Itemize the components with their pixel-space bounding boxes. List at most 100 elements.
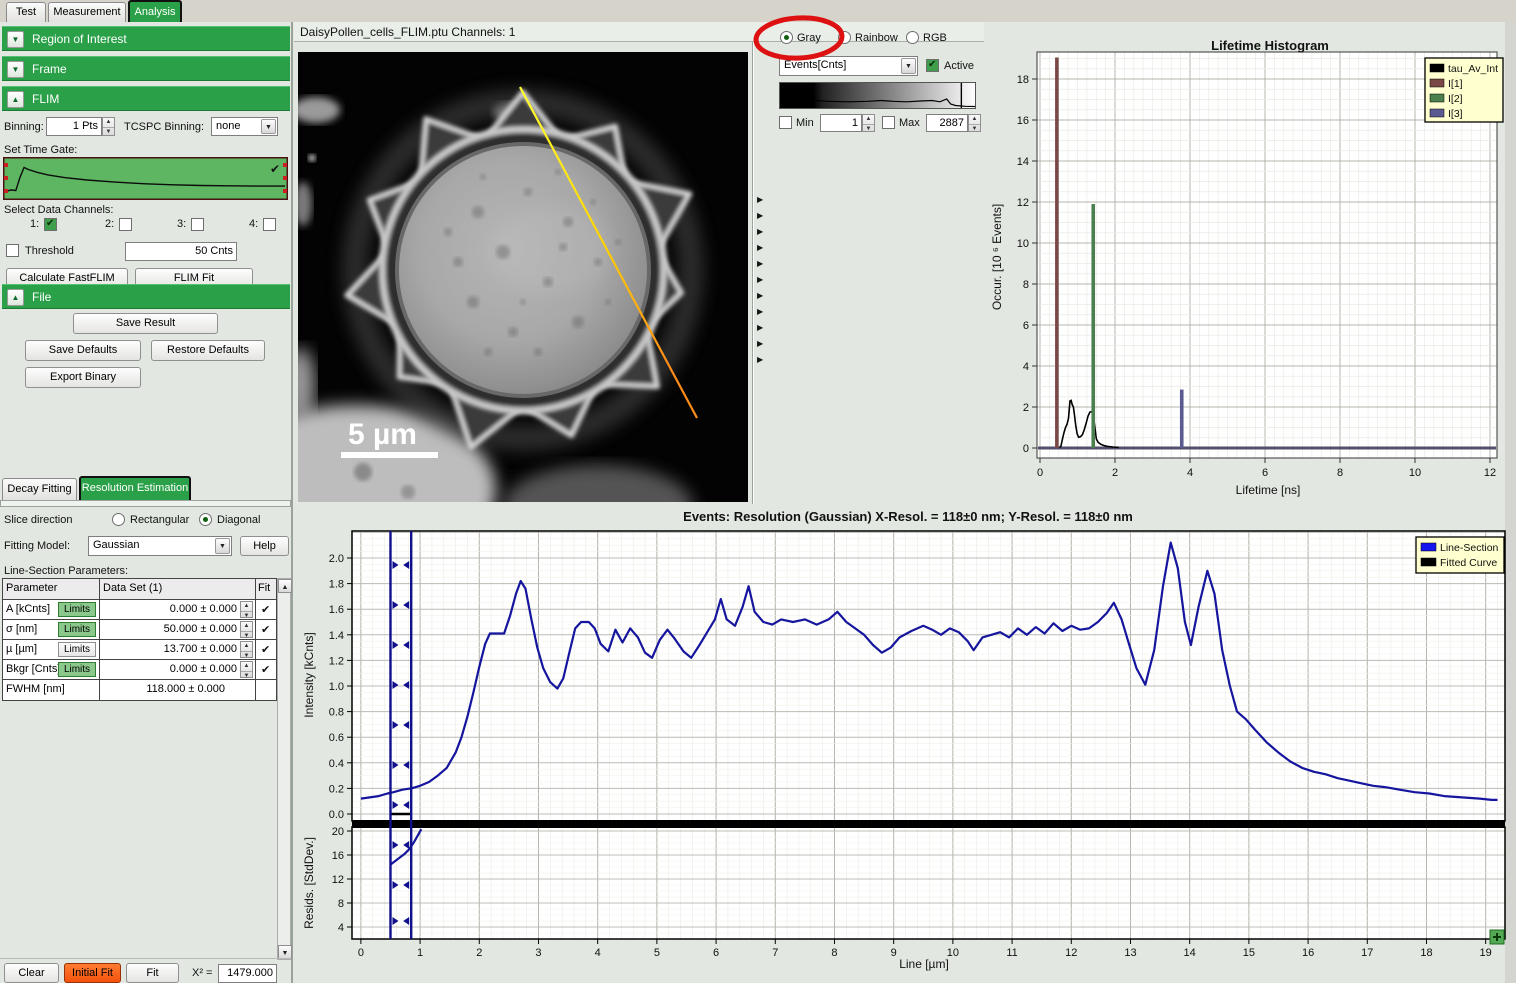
- time-gate-widget[interactable]: ✔: [3, 157, 288, 200]
- fit-checkbox[interactable]: [256, 620, 277, 639]
- initial-fit-button[interactable]: Initial Fit: [64, 963, 121, 983]
- clear-button[interactable]: Clear: [4, 963, 59, 983]
- row-marker-icon[interactable]: ▶: [757, 272, 769, 288]
- svg-text:3: 3: [535, 947, 541, 959]
- channel-4-checkbox[interactable]: [263, 218, 276, 231]
- section-frame[interactable]: Frame: [2, 56, 290, 81]
- param-value[interactable]: 0.000 ± 0.000: [170, 603, 237, 615]
- fit-checkbox[interactable]: [256, 660, 277, 679]
- fit-checkbox[interactable]: [256, 600, 277, 619]
- chevron-down-icon[interactable]: [7, 31, 24, 48]
- svg-text:15: 15: [1243, 947, 1255, 959]
- row-marker-column: ▶ ▶ ▶ ▶ ▶ ▶ ▶ ▶ ▶ ▶ ▶: [757, 192, 769, 368]
- max-checkbox[interactable]: [882, 116, 895, 129]
- tab-resolution-estimation[interactable]: Resolution Estimation: [79, 476, 191, 501]
- table-scrollbar[interactable]: [277, 578, 291, 960]
- export-binary-button[interactable]: Export Binary: [25, 367, 141, 388]
- min-field[interactable]: 1: [820, 114, 862, 132]
- param-value[interactable]: 50.000 ± 0.000: [164, 623, 237, 635]
- gray-radio[interactable]: [780, 31, 793, 44]
- tab-test[interactable]: Test: [6, 2, 46, 22]
- intensity-gradient-bar[interactable]: [779, 82, 976, 109]
- restore-defaults-button[interactable]: Restore Defaults: [151, 340, 265, 361]
- rectangular-radio[interactable]: [112, 513, 125, 526]
- table-row: A [kCnts] Limits 0.000 ± 0.000: [3, 600, 276, 620]
- row-marker-icon[interactable]: ▶: [757, 208, 769, 224]
- chevron-down-icon[interactable]: [215, 538, 230, 554]
- svg-text:7: 7: [772, 947, 778, 959]
- svg-text:I[2]: I[2]: [1448, 93, 1463, 105]
- rgb-radio[interactable]: [906, 31, 919, 44]
- row-marker-icon[interactable]: ▶: [757, 240, 769, 256]
- row-marker-icon[interactable]: ▶: [757, 192, 769, 208]
- color-mapping-panel: Gray Rainbow RGB Events[Cnts] Active Min…: [776, 24, 982, 505]
- max-field[interactable]: 2887: [926, 114, 968, 132]
- active-checkbox[interactable]: [926, 59, 939, 72]
- limits-button[interactable]: Limits: [58, 642, 96, 657]
- value-stepper[interactable]: [240, 661, 253, 678]
- row-marker-icon[interactable]: ▶: [757, 224, 769, 240]
- svg-text:2: 2: [1023, 402, 1029, 414]
- binning-stepper[interactable]: [102, 117, 115, 136]
- chevron-up-icon[interactable]: [7, 289, 24, 306]
- threshold-checkbox[interactable]: [6, 244, 19, 257]
- value-stepper[interactable]: [240, 641, 253, 658]
- svg-text:1.2: 1.2: [329, 655, 344, 667]
- dropdown-value: Gaussian: [93, 539, 139, 551]
- threshold-label: Threshold: [25, 245, 74, 257]
- svg-text:2: 2: [476, 947, 482, 959]
- rainbow-radio[interactable]: [838, 31, 851, 44]
- min-checkbox[interactable]: [779, 116, 792, 129]
- fit-checkbox[interactable]: [256, 640, 277, 659]
- fit-button[interactable]: Fit: [126, 963, 179, 983]
- svg-text:0.6: 0.6: [329, 732, 344, 744]
- value-stepper[interactable]: [240, 621, 253, 638]
- limits-button[interactable]: Limits: [58, 662, 96, 677]
- tcspc-binning-dropdown[interactable]: none: [211, 117, 278, 136]
- section-flim[interactable]: FLIM: [2, 86, 290, 111]
- chevron-down-icon[interactable]: [261, 119, 276, 134]
- channel-3-checkbox[interactable]: [191, 218, 204, 231]
- help-button[interactable]: Help: [240, 536, 289, 556]
- save-defaults-button[interactable]: Save Defaults: [25, 340, 141, 361]
- fitting-model-label: Fitting Model:: [4, 540, 70, 552]
- row-marker-icon[interactable]: ▶: [757, 320, 769, 336]
- tab-measurement[interactable]: Measurement: [48, 2, 126, 22]
- max-stepper[interactable]: [968, 114, 981, 132]
- rgb-label: RGB: [923, 32, 947, 44]
- save-result-button[interactable]: Save Result: [73, 313, 218, 334]
- channel-2-checkbox[interactable]: [119, 218, 132, 231]
- row-marker-icon[interactable]: ▶: [757, 288, 769, 304]
- green-plus-icon[interactable]: [1490, 930, 1504, 944]
- display-source-dropdown[interactable]: Events[Cnts]: [779, 56, 918, 76]
- flim-image-view[interactable]: 5 µm: [298, 52, 748, 502]
- threshold-field[interactable]: 50 Cnts: [125, 242, 237, 261]
- fitting-model-dropdown[interactable]: Gaussian: [88, 536, 232, 556]
- diagonal-radio[interactable]: [199, 513, 212, 526]
- binning-field[interactable]: 1 Pts: [46, 117, 102, 136]
- row-marker-icon[interactable]: ▶: [757, 256, 769, 272]
- param-value[interactable]: 0.000 ± 0.000: [170, 663, 237, 675]
- chevron-down-icon[interactable]: [901, 58, 916, 74]
- tab-analysis[interactable]: Analysis: [128, 0, 182, 22]
- row-marker-icon[interactable]: ▶: [757, 352, 769, 368]
- scroll-up-icon[interactable]: [278, 579, 292, 593]
- limits-button[interactable]: Limits: [58, 602, 96, 617]
- row-marker-icon[interactable]: ▶: [757, 304, 769, 320]
- section-file[interactable]: File: [2, 284, 290, 309]
- tab-decay-fitting[interactable]: Decay Fitting: [2, 478, 77, 501]
- section-region-of-interest[interactable]: Region of Interest: [2, 26, 290, 51]
- rainbow-label: Rainbow: [855, 32, 898, 44]
- chevron-down-icon[interactable]: [7, 61, 24, 78]
- min-stepper[interactable]: [862, 114, 875, 132]
- main-tab-bar: Test Measurement Analysis: [0, 0, 1516, 22]
- chevron-up-icon[interactable]: [7, 91, 24, 108]
- channel-1-checkbox[interactable]: [44, 218, 57, 231]
- value-stepper[interactable]: [240, 601, 253, 618]
- limits-button[interactable]: Limits: [58, 622, 96, 637]
- svg-text:0.0: 0.0: [329, 809, 344, 821]
- diagonal-label: Diagonal: [217, 514, 260, 526]
- row-marker-icon[interactable]: ▶: [757, 336, 769, 352]
- param-value[interactable]: 13.700 ± 0.000: [164, 643, 237, 655]
- scroll-down-icon[interactable]: [278, 945, 292, 959]
